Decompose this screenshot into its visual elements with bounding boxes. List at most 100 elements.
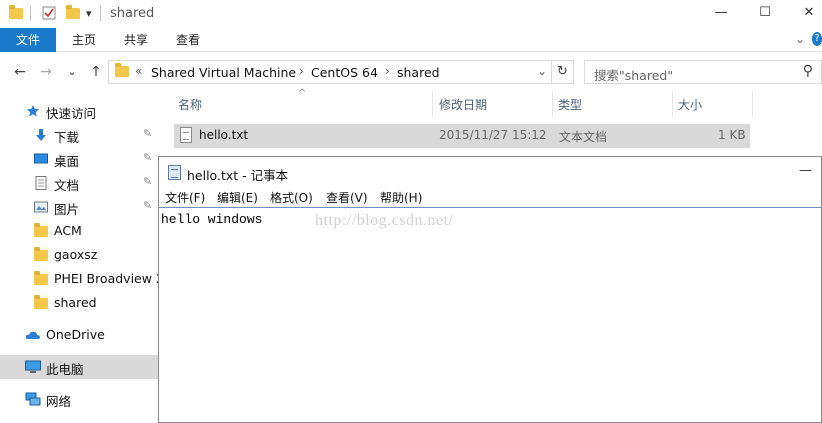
search-input[interactable]: 搜索"shared" ⚲ bbox=[584, 60, 822, 84]
column-divider[interactable] bbox=[552, 92, 553, 116]
notepad-title: hello.txt - 记事本 bbox=[187, 168, 289, 183]
search-icon[interactable]: ⚲ bbox=[803, 63, 813, 79]
pin-icon[interactable]: ✎ bbox=[143, 151, 152, 164]
file-name: hello.txt bbox=[199, 128, 249, 142]
properties-icon[interactable] bbox=[42, 4, 56, 22]
notepad-icon bbox=[168, 165, 181, 180]
breadcrumb-centos-64[interactable]: CentOS 64 bbox=[311, 65, 378, 80]
title-separator bbox=[30, 5, 31, 21]
tab-view[interactable]: 查看 bbox=[166, 28, 210, 52]
sidebar-item-label: 网络 bbox=[46, 394, 72, 409]
breadcrumb-separator[interactable]: › bbox=[299, 64, 304, 78]
sidebar-item-this-pc[interactable]: 此电脑 bbox=[0, 355, 158, 379]
menu-format[interactable]: 格式(O) bbox=[270, 189, 313, 206]
recent-locations-button[interactable]: ⌄ bbox=[62, 62, 82, 82]
file-list: ^ 名称 修改日期 类型 大小 hello.txt 2015/11/27 15:… bbox=[160, 88, 822, 158]
download-icon bbox=[34, 128, 48, 142]
sidebar-item-pictures[interactable]: 图片 ✎ bbox=[0, 195, 158, 219]
notepad-minimize-button[interactable]: — bbox=[799, 163, 812, 178]
sidebar-item-label: 文档 bbox=[54, 178, 80, 193]
sidebar-item-label: 快速访问 bbox=[46, 106, 97, 121]
folder-icon bbox=[34, 295, 48, 312]
sidebar-item-label: 此电脑 bbox=[46, 362, 84, 377]
sidebar-item-label: 图片 bbox=[54, 202, 80, 217]
new-folder-icon[interactable] bbox=[66, 4, 80, 22]
column-header-size[interactable]: 大小 bbox=[678, 96, 702, 113]
sidebar-item-shared[interactable]: shared bbox=[0, 291, 158, 315]
text-file-icon bbox=[180, 127, 192, 143]
minimize-button[interactable]: — bbox=[698, 2, 744, 24]
file-modified: 2015/11/27 15:12 bbox=[439, 128, 547, 142]
overflow-chevron[interactable]: « bbox=[135, 64, 142, 78]
sidebar-item-label: ACM bbox=[54, 223, 82, 238]
sidebar-item-quick-access[interactable]: 快速访问 bbox=[0, 99, 158, 123]
up-button[interactable]: ↑ bbox=[86, 62, 106, 82]
column-divider[interactable] bbox=[672, 92, 673, 116]
sidebar-item-documents[interactable]: 文档 ✎ bbox=[0, 171, 158, 195]
sidebar-item-downloads[interactable]: 下载 ✎ bbox=[0, 123, 158, 147]
address-bar[interactable]: « Shared Virtual Machine › CentOS 64 › s… bbox=[108, 60, 552, 84]
column-header-modified[interactable]: 修改日期 bbox=[439, 96, 487, 113]
folder-icon bbox=[34, 247, 48, 264]
sidebar-item-gaoxsz[interactable]: gaoxsz bbox=[0, 243, 158, 267]
notepad-title-bar[interactable]: hello.txt - 记事本 — bbox=[159, 157, 821, 187]
table-row[interactable]: hello.txt 2015/11/27 15:12 文本文档 1 KB bbox=[174, 124, 750, 148]
sidebar-item-label: OneDrive bbox=[46, 327, 105, 342]
folder-icon bbox=[9, 4, 23, 22]
customize-toolbar-icon[interactable]: ▾ bbox=[86, 4, 92, 22]
navigation-pane: 快速访问 下载 ✎ 桌面 ✎ 文档 ✎ 图片 ✎ ACM gaoxsz PHEI… bbox=[0, 95, 164, 423]
column-divider[interactable] bbox=[752, 92, 753, 116]
notepad-content: hello windows bbox=[161, 212, 263, 227]
sidebar-item-onedrive[interactable]: OneDrive bbox=[0, 323, 158, 347]
breadcrumb-separator[interactable]: › bbox=[385, 64, 390, 78]
menu-view[interactable]: 查看(V) bbox=[326, 189, 368, 206]
notepad-menu-bar: 文件(F) 编辑(E) 格式(O) 查看(V) 帮助(H) bbox=[159, 187, 821, 207]
column-divider[interactable] bbox=[432, 92, 433, 116]
ribbon-collapse-icon[interactable]: ⌄ bbox=[795, 32, 805, 46]
maximize-button[interactable]: ☐ bbox=[742, 2, 788, 24]
menu-edit[interactable]: 编辑(E) bbox=[217, 189, 258, 206]
menu-help[interactable]: 帮助(H) bbox=[380, 189, 422, 206]
menu-file[interactable]: 文件(F) bbox=[165, 189, 205, 206]
sidebar-item-label: PHEI Broadview 2 bbox=[54, 271, 164, 286]
title-separator bbox=[100, 5, 101, 21]
column-header-name[interactable]: 名称 bbox=[178, 96, 202, 113]
documents-icon bbox=[34, 176, 48, 190]
tab-home[interactable]: 主页 bbox=[62, 28, 106, 52]
address-row: ← → ⌄ ↑ « Shared Virtual Machine › CentO… bbox=[0, 58, 822, 86]
breadcrumb-shared-virtual-machine[interactable]: Shared Virtual Machine bbox=[151, 65, 296, 80]
refresh-button[interactable]: ↻ bbox=[552, 60, 574, 84]
computer-icon bbox=[25, 360, 41, 374]
file-size: 1 KB bbox=[718, 128, 746, 142]
file-type: 文本文档 bbox=[559, 130, 608, 144]
notepad-text-area[interactable]: hello windows http://blog.csdn.net/ bbox=[159, 207, 821, 422]
help-icon[interactable]: ? bbox=[812, 32, 822, 46]
tab-share[interactable]: 共享 bbox=[114, 28, 158, 52]
sidebar-item-phei-broadview[interactable]: PHEI Broadview 2 bbox=[0, 267, 164, 291]
close-button[interactable]: ✕ bbox=[786, 2, 822, 24]
column-header-type[interactable]: 类型 bbox=[558, 96, 582, 113]
notepad-window: hello.txt - 记事本 — 文件(F) 编辑(E) 格式(O) 查看(V… bbox=[158, 156, 822, 423]
pin-icon[interactable]: ✎ bbox=[143, 127, 152, 140]
folder-icon bbox=[34, 271, 48, 288]
pin-icon[interactable]: ✎ bbox=[143, 175, 152, 188]
explorer-title-bar: ▾ shared — ☐ ✕ bbox=[0, 0, 822, 28]
sidebar-item-label: shared bbox=[54, 295, 97, 310]
address-dropdown-icon[interactable]: ⌄ bbox=[537, 64, 547, 78]
forward-button[interactable]: → bbox=[36, 62, 56, 82]
search-placeholder: 搜索"shared" bbox=[594, 68, 674, 83]
sidebar-item-desktop[interactable]: 桌面 ✎ bbox=[0, 147, 158, 171]
breadcrumb-shared[interactable]: shared bbox=[397, 65, 440, 80]
desktop-icon bbox=[34, 152, 48, 166]
watermark-text: http://blog.csdn.net/ bbox=[315, 212, 454, 229]
sidebar-item-acm[interactable]: ACM bbox=[0, 219, 158, 243]
pin-icon[interactable]: ✎ bbox=[143, 199, 152, 212]
back-button[interactable]: ← bbox=[10, 62, 30, 82]
window-title: shared bbox=[110, 6, 155, 21]
sidebar-item-label: 下载 bbox=[54, 130, 80, 145]
tab-file[interactable]: 文件 bbox=[0, 28, 56, 52]
pictures-icon bbox=[34, 200, 48, 214]
sidebar-item-network[interactable]: 网络 bbox=[0, 387, 158, 411]
star-icon bbox=[26, 104, 40, 118]
cloud-icon bbox=[25, 328, 40, 342]
